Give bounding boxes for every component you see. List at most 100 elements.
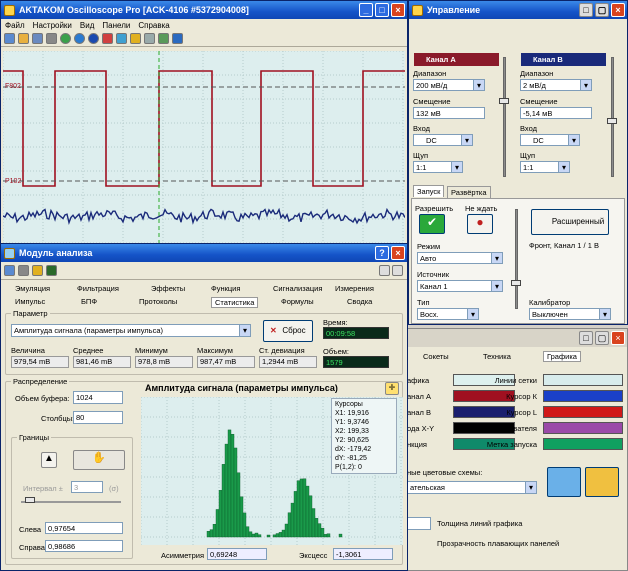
color-swatch[interactable]	[543, 390, 623, 402]
tab-signaling[interactable]: Сигнализация	[273, 284, 322, 293]
menu-help[interactable]: Справка	[138, 21, 169, 30]
chb-offset-input[interactable]: -5,14 мВ	[520, 107, 592, 119]
type-select[interactable]: Восх.	[417, 308, 479, 320]
tab-hardware[interactable]: Техника	[483, 352, 511, 361]
enable-trigger-button[interactable]: ✔	[419, 214, 445, 234]
marker-icon[interactable]	[130, 33, 141, 44]
restore-button[interactable]: ▢	[595, 3, 609, 17]
channel-a-header[interactable]: Канал А	[414, 53, 499, 66]
color-swatch[interactable]	[543, 406, 623, 418]
tab-fft[interactable]: БПФ	[81, 297, 97, 306]
download-icon[interactable]	[172, 33, 183, 44]
tab-measurements[interactable]: Измерения	[335, 284, 374, 293]
save-scheme-button[interactable]	[547, 467, 581, 497]
tab-trigger[interactable]: Запуск	[413, 185, 445, 197]
cha-input-label: Вход	[413, 124, 430, 133]
left-bound-input[interactable]: 0,97654	[45, 522, 123, 534]
trigger-level-slider[interactable]	[511, 209, 521, 309]
run-icon[interactable]	[60, 33, 71, 44]
cursor-info-box: Курсоры X1: 19,916 Y1: 9,3746 X2: 199,33 Y2:…	[331, 398, 397, 474]
interval-slider[interactable]	[21, 497, 121, 503]
tab-function[interactable]: Функция	[211, 284, 240, 293]
export-icon[interactable]	[158, 33, 169, 44]
maximize-button[interactable]: □	[375, 3, 389, 17]
window-icon[interactable]	[4, 265, 15, 276]
chart-cursor-icon[interactable]: ✛	[385, 382, 399, 395]
buffer-input[interactable]: 1024	[73, 391, 123, 404]
tab-statistics[interactable]: Статистика	[211, 297, 259, 308]
tab-graphics[interactable]: Графика	[543, 351, 581, 362]
chb-probe-select[interactable]: 1:1	[520, 161, 570, 173]
print-icon[interactable]	[46, 33, 57, 44]
parameter-select[interactable]: Амплитуда сигнала (параметры импульса)	[11, 324, 251, 337]
color-swatch[interactable]	[543, 422, 623, 434]
zoom-icon[interactable]	[144, 33, 155, 44]
right-bound-input[interactable]: 0,98686	[45, 540, 123, 552]
color-swatch[interactable]	[543, 438, 623, 450]
cha-input-select[interactable]: DC	[413, 134, 473, 146]
close-button[interactable]: ×	[391, 3, 405, 17]
histogram-bar	[311, 508, 316, 538]
settings-close-button[interactable]: ×	[611, 331, 625, 345]
menu-view[interactable]: Вид	[80, 21, 94, 30]
settings-dock-button[interactable]: □	[579, 331, 593, 345]
columns-icon[interactable]	[18, 265, 29, 276]
open-icon[interactable]	[18, 33, 29, 44]
cursor-icon[interactable]	[102, 33, 113, 44]
graph-icon[interactable]	[46, 265, 57, 276]
interval-input[interactable]: 3	[71, 481, 103, 493]
dock-button[interactable]: □	[579, 3, 593, 17]
tab-sockets[interactable]: Сокеты	[423, 352, 449, 361]
cha-offset-input[interactable]: 132 мВ	[413, 107, 485, 119]
tab-protocols[interactable]: Протоколы	[139, 297, 177, 306]
measure-icon[interactable]	[116, 33, 127, 44]
mode-select[interactable]: Авто	[417, 252, 503, 264]
menu-settings[interactable]: Настройки	[33, 21, 72, 30]
stop-icon[interactable]	[88, 33, 99, 44]
menu-panels[interactable]: Панели	[102, 21, 130, 30]
dock-analysis-icon[interactable]	[379, 265, 390, 276]
minimize-button[interactable]: _	[359, 3, 373, 17]
tab-pulse[interactable]: Импульс	[15, 297, 45, 306]
histogram-bar	[221, 464, 226, 538]
settings-window: □ ▢ × Сокеты Техника Графика афика анал А ан…	[396, 328, 628, 571]
reset-button[interactable]: ✕ Сброс	[263, 320, 313, 342]
undock-analysis-icon[interactable]	[392, 265, 403, 276]
source-select[interactable]: Канал 1	[417, 280, 503, 292]
cursor-tool-icon[interactable]	[32, 265, 43, 276]
cha-probe-select[interactable]: 1:1	[413, 161, 463, 173]
histogram-bar	[242, 512, 247, 538]
histogram-bar	[239, 496, 244, 538]
advanced-button[interactable]: Расширенный	[531, 209, 609, 235]
help-button[interactable]: ?	[375, 246, 389, 260]
scope-plot[interactable]: F802 P102	[3, 51, 405, 244]
settings-restore-button[interactable]: ▢	[595, 331, 609, 345]
tab-emulation[interactable]: Эмуляция	[15, 284, 50, 293]
tab-sweep[interactable]: Развёртка	[447, 186, 491, 198]
load-scheme-button[interactable]	[585, 467, 619, 497]
hand-tool-button[interactable]: ✋	[73, 450, 125, 470]
menu-file[interactable]: Файл	[5, 21, 25, 30]
new-icon[interactable]	[4, 33, 15, 44]
analysis-close-button[interactable]: ×	[391, 246, 405, 260]
control-close-button[interactable]: ×	[611, 3, 625, 17]
save-icon[interactable]	[32, 33, 43, 44]
nowait-button[interactable]: ●	[467, 214, 493, 234]
tab-filtering[interactable]: Фильтрация	[77, 284, 119, 293]
cha-range-select[interactable]: 200 мВ/д	[413, 79, 485, 91]
chb-input-select[interactable]: DC	[520, 134, 580, 146]
chb-range-select[interactable]: 2 мВ/д	[520, 79, 592, 91]
tab-effects[interactable]: Эффекты	[151, 284, 185, 293]
columns-input[interactable]: 80	[73, 411, 123, 424]
calibrator-select[interactable]: Выключен	[529, 308, 611, 320]
tab-summary[interactable]: Сводка	[347, 297, 372, 306]
line-width-input[interactable]	[407, 517, 431, 530]
color-scheme-select[interactable]: ательская	[407, 481, 537, 494]
single-icon[interactable]	[74, 33, 85, 44]
tab-formulas[interactable]: Формулы	[281, 297, 314, 306]
chb-position-slider[interactable]	[607, 57, 617, 177]
color-swatch[interactable]	[543, 374, 623, 386]
lock-icon[interactable]: ▲	[41, 452, 57, 468]
channel-b-header[interactable]: Канал В	[521, 53, 606, 66]
cha-position-slider[interactable]	[499, 57, 509, 177]
